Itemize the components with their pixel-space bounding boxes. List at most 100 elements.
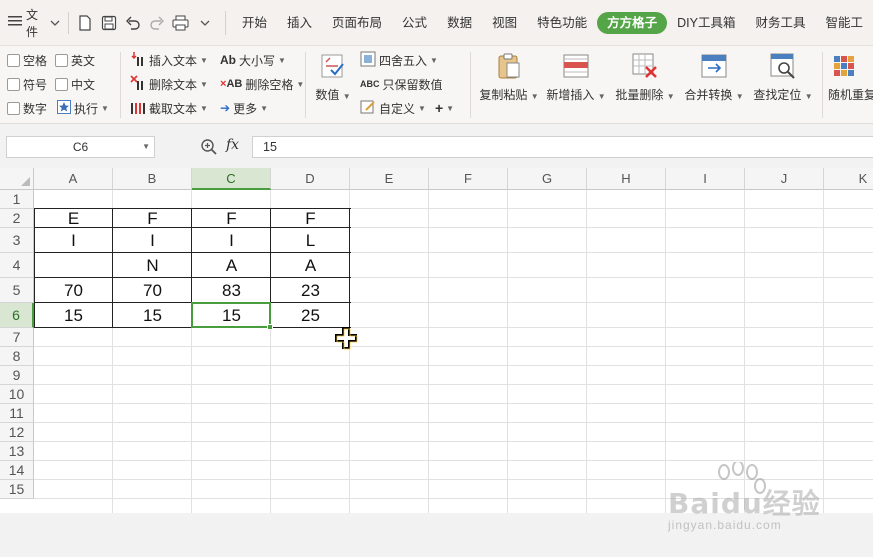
fx-icon[interactable]: fx <box>226 137 239 153</box>
case-button[interactable]: Ab 大小写 ▼ <box>220 50 286 70</box>
copy-paste-button[interactable]: 复制粘贴 ▼ <box>476 50 542 103</box>
row-header-8[interactable]: 8 <box>0 347 34 366</box>
cell-B6[interactable]: 15 <box>113 303 192 328</box>
row-header-2[interactable]: 2 <box>0 209 34 228</box>
checkbox-english[interactable]: 英文 <box>55 50 95 70</box>
column-header-G[interactable]: G <box>508 168 587 190</box>
delete-space-button[interactable]: ×AB 删除空格 ▼ <box>220 74 304 94</box>
zoom-icon[interactable] <box>200 138 218 156</box>
cell-C3[interactable]: I <box>192 228 271 253</box>
column-header-A[interactable]: A <box>34 168 113 190</box>
random-repeat-button[interactable]: 随机重复 <box>828 50 873 103</box>
tab-smart-tools[interactable]: 智能工 <box>815 12 873 34</box>
more-dropdown-icon[interactable] <box>195 13 215 33</box>
checkbox-box[interactable] <box>55 53 68 67</box>
insert-text-icon <box>130 51 146 70</box>
column-header-K[interactable]: K <box>824 168 873 190</box>
more-button[interactable]: ➔ 更多 ▼ <box>220 98 268 118</box>
cell-C2[interactable]: F <box>192 209 271 228</box>
checkbox-number[interactable]: 数字 <box>7 98 47 118</box>
cell-A4[interactable] <box>34 253 113 278</box>
cell-C4[interactable]: A <box>192 253 271 278</box>
row-header-13[interactable]: 13 <box>0 442 34 461</box>
row-header-9[interactable]: 9 <box>0 366 34 385</box>
add-insert-button[interactable]: 新增插入 ▼ <box>543 50 609 103</box>
cell-B3[interactable]: I <box>113 228 192 253</box>
row-header-7[interactable]: 7 <box>0 328 34 347</box>
round-button[interactable]: 四舍五入 ▼ <box>360 50 438 70</box>
chevron-down-icon[interactable]: ▼ <box>142 137 150 157</box>
column-header-C[interactable]: C <box>192 168 271 190</box>
tab-data[interactable]: 数据 <box>437 12 482 34</box>
delete-text-button[interactable]: 删除文本 ▼ <box>130 74 208 94</box>
formula-input[interactable]: 15 <box>252 136 873 158</box>
keep-values-button[interactable]: ABC 只保留数值 <box>360 74 443 94</box>
cell-B2[interactable]: F <box>113 209 192 228</box>
extract-text-button[interactable]: 截取文本 ▼ <box>130 98 208 118</box>
row-header-3[interactable]: 3 <box>0 228 34 253</box>
row-header-4[interactable]: 4 <box>0 253 34 278</box>
checkbox-space[interactable]: 空格 <box>7 50 47 70</box>
column-header-E[interactable]: E <box>350 168 429 190</box>
undo-icon[interactable] <box>123 13 143 33</box>
row-header-5[interactable]: 5 <box>0 278 34 303</box>
tab-finance-tools[interactable]: 财务工具 <box>745 12 815 34</box>
row-header-15[interactable]: 15 <box>0 480 34 499</box>
plus-icon[interactable]: + <box>435 100 443 116</box>
checkbox-box[interactable] <box>7 101 20 115</box>
cell-D2[interactable]: F <box>271 209 350 228</box>
insert-text-button[interactable]: 插入文本 ▼ <box>130 50 208 70</box>
row-header-12[interactable]: 12 <box>0 423 34 442</box>
column-header-I[interactable]: I <box>666 168 745 190</box>
custom-button[interactable]: 自定义 ▼ + ▼ <box>360 98 454 118</box>
fill-handle[interactable] <box>267 324 273 330</box>
redo-icon[interactable] <box>147 13 167 33</box>
batch-delete-button[interactable]: 批量删除 ▼ <box>612 50 678 103</box>
checkbox-box[interactable] <box>7 53 20 67</box>
tab-view[interactable]: 视图 <box>482 12 527 34</box>
cell-A2[interactable]: E <box>34 209 113 228</box>
name-box[interactable]: C6 ▼ <box>6 136 155 158</box>
cell-A6[interactable]: 15 <box>34 303 113 328</box>
cell-B5[interactable]: 70 <box>113 278 192 303</box>
row-header-1[interactable]: 1 <box>0 190 34 209</box>
tab-diy-toolbox[interactable]: DIY工具箱 <box>667 12 745 34</box>
file-menu[interactable]: 文件 <box>0 8 68 39</box>
tab-formulas[interactable]: 公式 <box>392 12 437 34</box>
print-icon[interactable] <box>171 13 191 33</box>
checkbox-symbol[interactable]: 符号 <box>7 74 47 94</box>
column-header-J[interactable]: J <box>745 168 824 190</box>
new-file-icon[interactable] <box>75 13 95 33</box>
checkbox-box[interactable] <box>7 77 20 91</box>
row-header-10[interactable]: 10 <box>0 385 34 404</box>
tab-insert[interactable]: 插入 <box>277 12 322 34</box>
cell-A5[interactable]: 70 <box>34 278 113 303</box>
save-icon[interactable] <box>99 13 119 33</box>
number-button[interactable]: 数值 ▼ <box>300 50 366 103</box>
cell-D3[interactable]: L <box>271 228 350 253</box>
select-all-corner[interactable] <box>0 168 34 190</box>
cell-D6[interactable]: 25 <box>271 303 350 328</box>
checkbox-chinese[interactable]: 中文 <box>55 74 95 94</box>
execute-button[interactable]: 执行 ▼ <box>57 98 109 118</box>
column-header-F[interactable]: F <box>429 168 508 190</box>
cell-D5[interactable]: 23 <box>271 278 350 303</box>
tab-special-features[interactable]: 特色功能 <box>527 12 597 34</box>
column-header-B[interactable]: B <box>113 168 192 190</box>
row-header-14[interactable]: 14 <box>0 461 34 480</box>
tab-page-layout[interactable]: 页面布局 <box>322 12 392 34</box>
merge-convert-button[interactable]: 合并转换 ▼ <box>681 50 747 103</box>
cell-D4[interactable]: A <box>271 253 350 278</box>
find-locate-button[interactable]: 查找定位 ▼ <box>750 50 816 103</box>
row-header-11[interactable]: 11 <box>0 404 34 423</box>
cell-B4[interactable]: N <box>113 253 192 278</box>
column-header-H[interactable]: H <box>587 168 666 190</box>
row-header-6[interactable]: 6 <box>0 303 34 328</box>
checkbox-box[interactable] <box>55 77 68 91</box>
cell-A3[interactable]: I <box>34 228 113 253</box>
tab-fangfanggezi[interactable]: 方方格子 <box>597 11 668 34</box>
execute-label: 执行 <box>74 101 99 116</box>
tab-home[interactable]: 开始 <box>232 12 277 34</box>
cell-C5[interactable]: 83 <box>192 278 271 303</box>
column-header-D[interactable]: D <box>271 168 350 190</box>
